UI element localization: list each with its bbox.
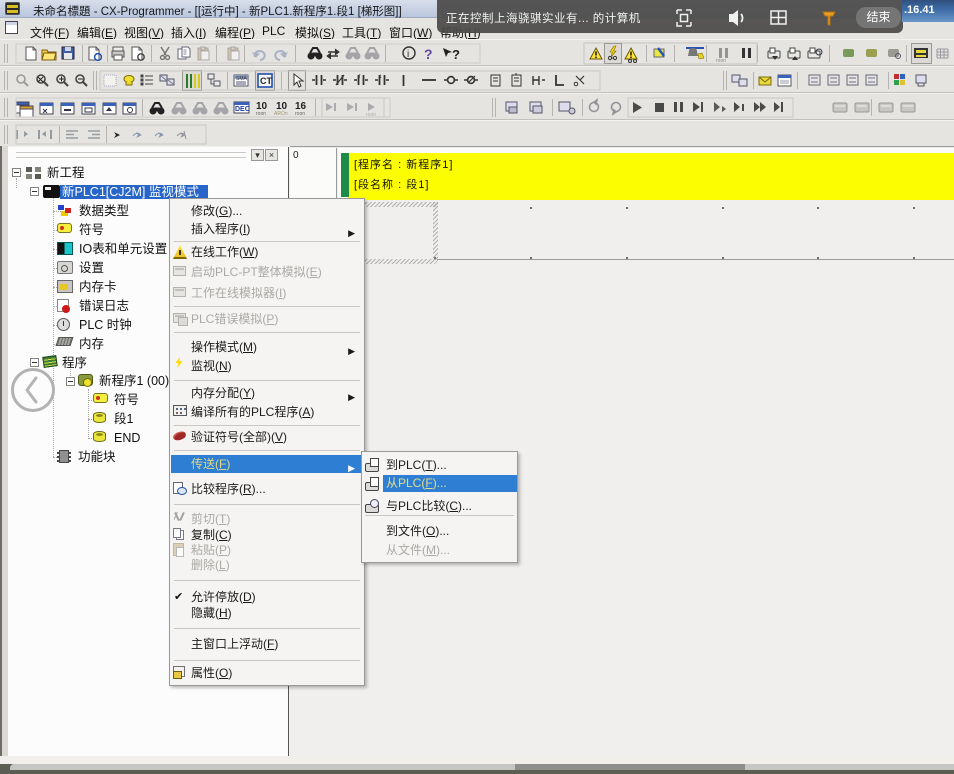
svg-text:?: ?	[424, 46, 433, 62]
svg-text:CT: CT	[260, 76, 272, 86]
svg-text:AROn: AROn	[274, 111, 288, 117]
svg-text:↑: ↑	[358, 73, 362, 80]
svg-text:i: i	[407, 49, 409, 60]
svg-text:?: ?	[452, 47, 460, 62]
svg-text:roon: roon	[256, 111, 266, 117]
svg-text:roon: roon	[716, 58, 726, 64]
svg-text:roon: roon	[295, 111, 305, 117]
svg-text:↓: ↓	[379, 73, 383, 80]
svg-text:DEC: DEC	[235, 106, 250, 113]
